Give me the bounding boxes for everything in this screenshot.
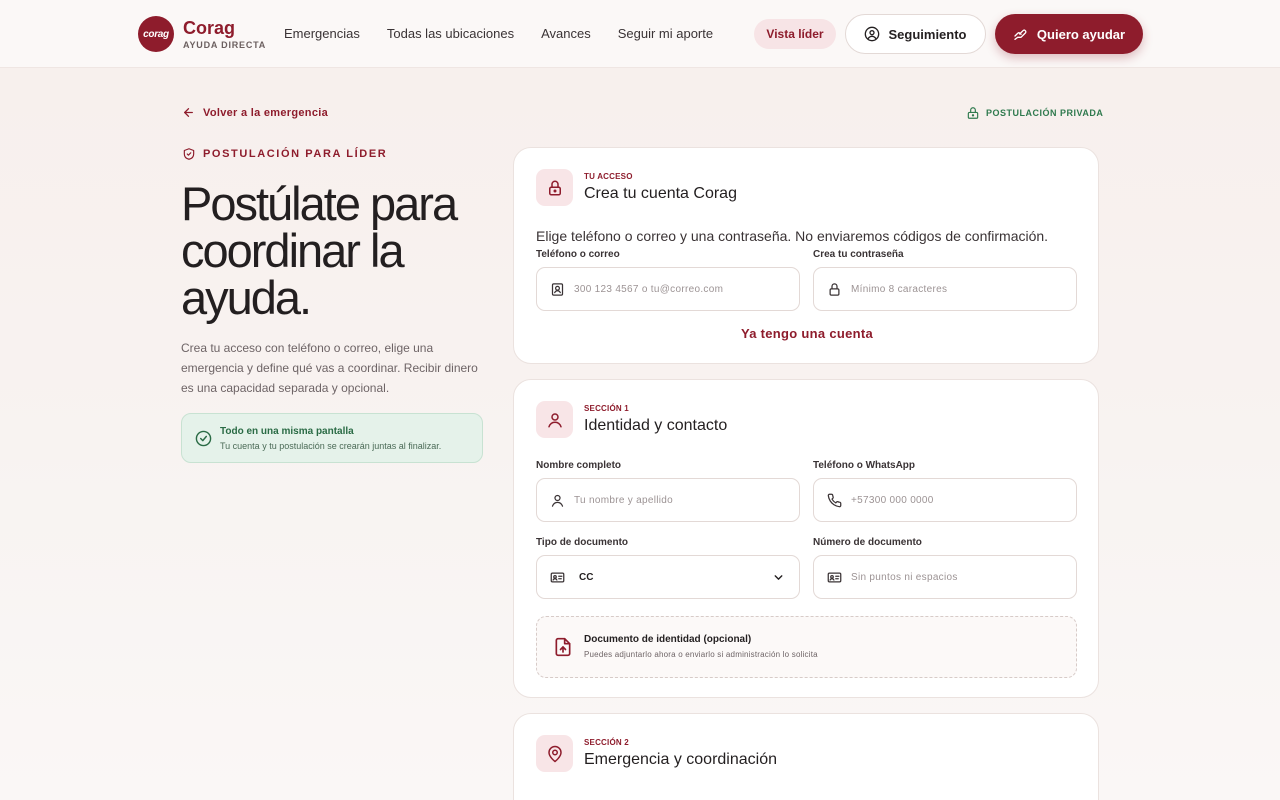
user-icon [551,494,564,507]
info-callout: Todo en una misma pantalla Tu cuenta y t… [181,413,483,463]
name-field-label: Nombre completo [536,460,622,471]
access-card-icon-box [536,169,573,206]
check-circle-icon [195,430,212,447]
private-application-tag: POSTULACIÓN PRIVADA [966,106,1103,120]
upload-title: Documento de identidad (opcional) [584,634,752,645]
password-field[interactable] [813,267,1077,311]
doc-type-value: CC [579,571,594,583]
top-header: corag Corag AYUDA DIRECTA Emergencias To… [0,0,1280,68]
name-input[interactable] [574,494,774,506]
phone-field[interactable] [813,478,1077,522]
emergency-card-icon-box [536,735,573,772]
identity-card-icon-box [536,401,573,438]
contact-card-icon [551,282,564,296]
arrow-left-icon [184,108,193,117]
lock-icon [548,180,561,195]
contact-input[interactable] [574,283,774,295]
main-nav: Emergencias Todas las ubicaciones Avance… [284,25,740,43]
help-button[interactable]: Quiero ayudar [995,14,1143,54]
doc-number-field[interactable] [813,555,1077,599]
nav-avances[interactable]: Avances [541,25,591,43]
name-field[interactable] [536,478,800,522]
nav-seguir-aporte[interactable]: Seguir mi aporte [618,25,713,43]
user-icon [547,412,562,427]
emergency-card: SECCIÓN 2 Emergencia y coordinación [513,713,1099,800]
lock-open-icon [967,107,979,119]
access-card-title: Crea tu cuenta Corag [584,185,737,202]
doc-type-label: Tipo de documento [536,537,629,548]
map-pin-icon [547,745,562,762]
brand[interactable]: corag Corag AYUDA DIRECTA [138,16,266,52]
access-card-eyebrow: TU ACCESO [584,172,633,181]
password-input[interactable] [851,283,1051,295]
nav-emergencias[interactable]: Emergencias [284,25,360,43]
private-tag-label: POSTULACIÓN PRIVADA [986,108,1104,118]
section1-eyebrow: SECCIÓN 1 [584,404,629,413]
nav-ubicaciones[interactable]: Todas las ubicaciones [387,25,514,43]
contact-field-label: Teléfono o correo [536,249,620,260]
file-upload-icon [555,637,571,657]
info-callout-title: Todo en una misma pantalla [220,426,354,437]
page-title: Postúlate para coordinar la ayuda. [181,177,458,324]
phone-icon [827,493,842,507]
id-card-icon [827,572,842,582]
doc-type-select[interactable]: CC [536,555,800,599]
chevron-down-icon [774,574,783,580]
section1-title: Identidad y contacto [584,417,728,434]
access-card: TU ACCESO Crea tu cuenta Corag Elige tel… [513,147,1099,364]
hero-eyebrow: POSTULACIÓN PARA LÍDER [182,147,387,161]
access-card-description: Elige teléfono o correo y una contraseña… [536,228,1049,244]
upload-subtitle: Puedes adjuntarlo ahora o enviarlo si ad… [584,650,818,659]
info-callout-subtitle: Tu cuenta y tu postulación se crearán ju… [220,441,442,451]
hero-description: Crea tu acceso con teléfono o correo, el… [181,341,478,395]
brand-name: Corag [183,18,236,38]
login-link[interactable]: Ya tengo una cuenta [514,326,1100,341]
tracking-button[interactable]: Seguimiento [845,14,986,54]
phone-input[interactable] [851,494,1051,506]
doc-number-input[interactable] [851,571,1051,583]
brand-logo: corag [138,16,174,52]
password-field-label: Crea tu contraseña [813,249,904,260]
identity-card: SECCIÓN 1 Identidad y contacto Nombre co… [513,379,1099,698]
document-upload-area[interactable]: Documento de identidad (opcional) Puedes… [536,616,1077,678]
back-to-emergency-link[interactable]: Volver a la emergencia [182,106,328,119]
phone-field-label: Teléfono o WhatsApp [813,460,916,471]
hand-heart-icon [1014,29,1027,40]
doc-number-label: Número de documento [813,537,922,548]
hero-eyebrow-label: POSTULACIÓN PARA LÍDER [203,148,388,160]
help-button-label: Quiero ayudar [1036,26,1126,42]
lock-icon [829,282,840,296]
tracking-button-label: Seguimiento [888,26,967,42]
back-link-label: Volver a la emergencia [203,106,329,119]
section2-title: Emergencia y coordinación [584,751,777,768]
brand-tagline: AYUDA DIRECTA [183,40,267,50]
section2-eyebrow: SECCIÓN 2 [584,738,629,747]
leader-view-button[interactable]: Vista líder [754,19,836,49]
shield-check-icon [183,148,195,160]
id-card-icon [550,572,565,582]
user-circle-icon [865,26,880,42]
contact-field[interactable] [536,267,800,311]
